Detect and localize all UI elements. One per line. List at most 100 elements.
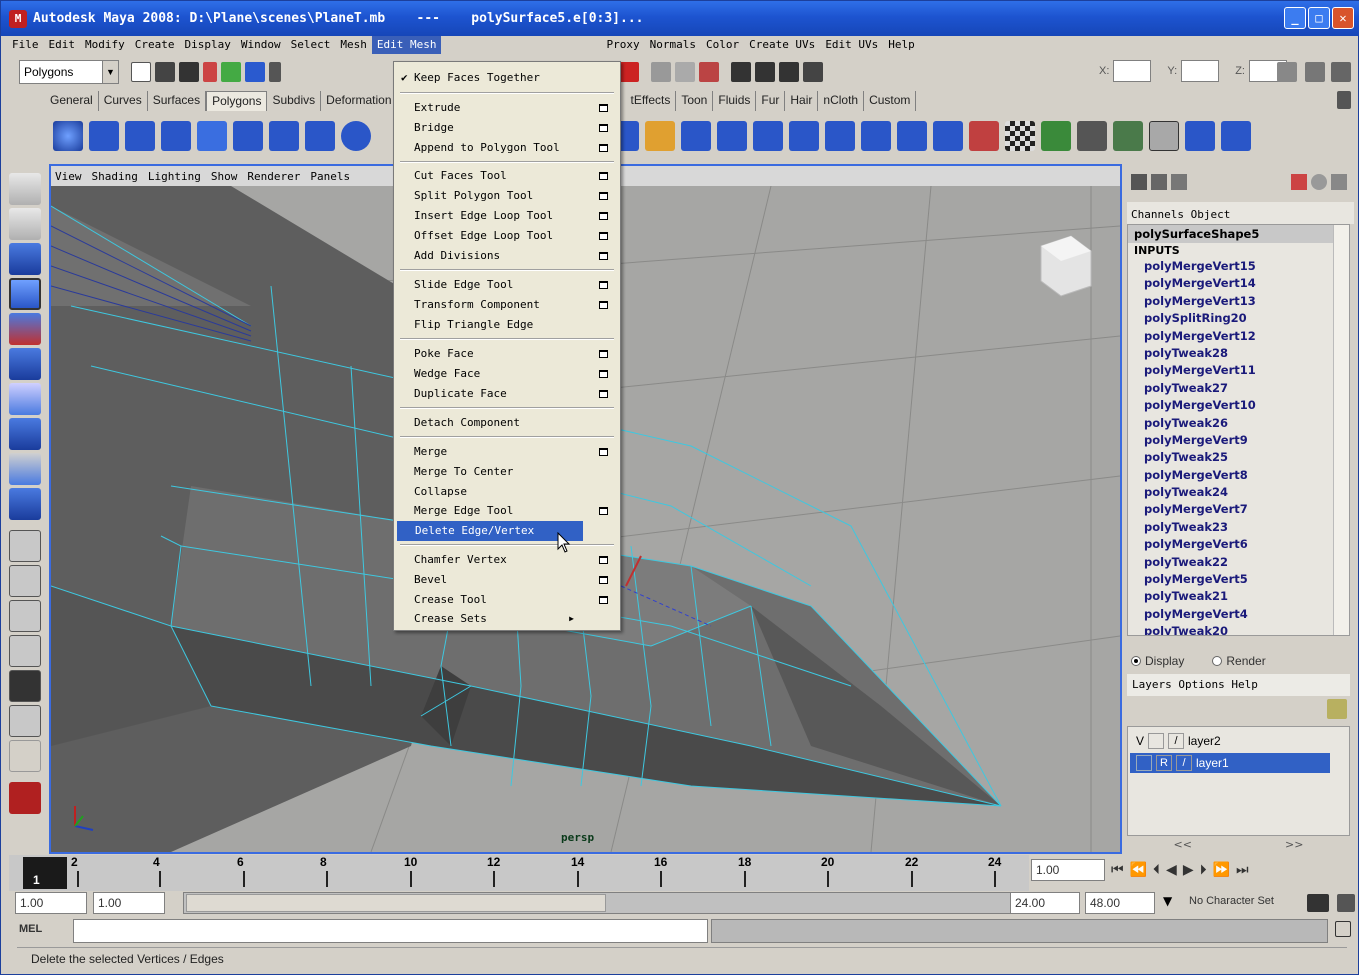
render-settings-icon[interactable] [755,62,775,82]
history-list[interactable]: polySurfaceShape5 INPUTS polyMergeVert15… [1127,224,1350,636]
tab-fluids[interactable]: Fluids [713,91,757,111]
render-view-icon[interactable] [731,62,751,82]
select-by-component-icon[interactable] [245,62,265,82]
menu-item-flip-triangle-edge[interactable]: Flip Triangle Edge [396,315,618,335]
menu-select[interactable]: Select [286,36,336,54]
keep-faces-together-item[interactable]: ✔ Keep Faces Together [396,68,618,88]
menu-item-duplicate-face[interactable]: Duplicate Face [396,384,618,404]
four-pane-layout-icon[interactable] [9,565,41,597]
uv-cylindrical-icon[interactable] [1077,121,1107,151]
menu-item-merge-edge-tool[interactable]: Merge Edge Tool [396,501,618,521]
poly-sphere-icon[interactable] [53,121,83,151]
list-item[interactable]: polyMergeVert7 [1128,501,1349,518]
poly-plane-icon[interactable] [197,121,227,151]
list-item[interactable]: polyTweak24 [1128,484,1349,501]
scroll-left-button[interactable]: << [1174,838,1192,852]
poly-prism-icon[interactable] [269,121,299,151]
script-editor-icon[interactable] [1335,921,1351,937]
list-item[interactable]: polyTweak22 [1128,554,1349,571]
menu-help[interactable]: Help [883,36,920,54]
list-item[interactable]: polyMergeVert8 [1128,467,1349,484]
append-icon[interactable] [789,121,819,151]
vp-menu-panels[interactable]: Panels [310,170,350,183]
menu-create[interactable]: Create [130,36,180,54]
vp-menu-shading[interactable]: Shading [92,170,138,183]
layer-name[interactable]: layer2 [1188,734,1221,748]
character-set-selector[interactable]: No Character Set [1185,892,1297,914]
playback-start-field[interactable]: 1.00 [93,892,165,914]
playback-end-field[interactable]: 24.00 [1010,892,1080,914]
animation-preferences-icon[interactable] [1337,894,1355,912]
x-field[interactable] [1113,60,1152,82]
menu-item-wedge-face[interactable]: Wedge Face [396,364,618,384]
dope-sheet-layout-icon[interactable] [9,705,41,737]
uv-checker-icon[interactable] [1005,121,1035,151]
merge-icon[interactable] [933,121,963,151]
tab-fur[interactable]: Fur [756,91,786,111]
mask-icon[interactable] [269,62,281,82]
list-item[interactable]: polyTweak25 [1128,449,1349,466]
tab-curves[interactable]: Curves [99,91,148,111]
minimize-button[interactable]: _ [1284,7,1306,29]
list-item[interactable]: polyMergeVert10 [1128,397,1349,414]
play-forwards-icon[interactable]: ▶ [1183,862,1194,878]
menu-item-insert-edge-loop[interactable]: Insert Edge Loop Tool [396,206,618,226]
option-box-icon[interactable] [599,301,608,309]
layer-row-layer2[interactable]: V / layer2 [1130,731,1330,751]
range-slider-thumb[interactable] [186,894,606,912]
split-icon[interactable] [825,121,855,151]
list-item[interactable]: polyMergeVert9 [1128,432,1349,449]
tab-polygons[interactable]: Polygons [206,91,268,111]
tab-deformation[interactable]: Deformation [321,91,398,111]
graph-layout-icon[interactable] [9,635,41,667]
menu-item-split-polygon[interactable]: Split Polygon Tool [396,186,618,206]
menu-item-bevel[interactable]: Bevel [396,570,618,590]
scale-tool-icon[interactable] [9,348,41,380]
construction-history-icon[interactable] [675,62,695,82]
menu-window[interactable]: Window [236,36,286,54]
layer-visibility[interactable]: V [1136,734,1144,748]
menu-color[interactable]: Color [701,36,744,54]
range-slider-track[interactable] [183,892,1017,914]
render-current-frame-icon[interactable] [699,62,719,82]
current-time-field[interactable]: 1.00 [1031,859,1105,881]
tab-hair[interactable]: Hair [785,91,819,111]
live-surface-icon[interactable] [619,62,639,82]
list-item[interactable]: polyTweak23 [1128,519,1349,536]
list-item[interactable]: polyMergeVert6 [1128,536,1349,553]
layer-editor-menu[interactable]: Layers Options Help [1127,674,1350,696]
layer-color-swatch[interactable]: / [1168,733,1185,749]
menu-proxy[interactable]: Proxy [601,36,644,54]
menu-edit-mesh[interactable]: Edit Mesh [371,36,442,54]
list-item[interactable]: polyTweak26 [1128,415,1349,432]
maximize-button[interactable]: □ [1308,7,1330,29]
layer-flag[interactable]: R [1156,755,1172,771]
shape-node-name[interactable]: polySurfaceShape5 [1128,225,1349,243]
trash-icon[interactable] [1337,91,1351,109]
auto-key-icon[interactable] [1307,894,1329,912]
display-mode-icon[interactable] [1311,174,1327,190]
menu-item-crease-sets[interactable]: Crease Sets ▶ [396,609,618,629]
show-manipulator-icon[interactable] [9,453,41,485]
option-box-icon[interactable] [599,124,608,132]
go-to-end-icon[interactable]: ⏭ [1236,862,1249,878]
scroll-right-button[interactable]: >> [1285,838,1303,852]
menu-item-append[interactable]: Append to Polygon Tool [396,138,618,158]
render-radio[interactable]: Render [1212,654,1266,668]
pin-icon[interactable] [1331,174,1347,190]
option-box-icon[interactable] [599,252,608,260]
menu-edit[interactable]: Edit [44,36,81,54]
show-attribute-editor-icon[interactable] [1305,62,1325,82]
uv-planar-icon[interactable] [1041,121,1071,151]
tab-ncloth[interactable]: nCloth [818,91,865,111]
uv-layout-icon[interactable] [1185,121,1215,151]
play-backwards-icon[interactable]: ◀ [1166,862,1177,878]
paint-select-tool-icon[interactable] [9,243,41,275]
tab-peffects[interactable]: tEffects [626,91,677,111]
menu-item-detach-component[interactable]: Detach Component [396,413,618,433]
uv-spherical-icon[interactable] [1113,121,1143,151]
list-item[interactable]: polyMergeVert11 [1128,362,1349,379]
history-scrollbar[interactable] [1333,225,1349,635]
option-box-icon[interactable] [599,104,608,112]
animation-end-field[interactable]: 48.00 [1085,892,1155,914]
